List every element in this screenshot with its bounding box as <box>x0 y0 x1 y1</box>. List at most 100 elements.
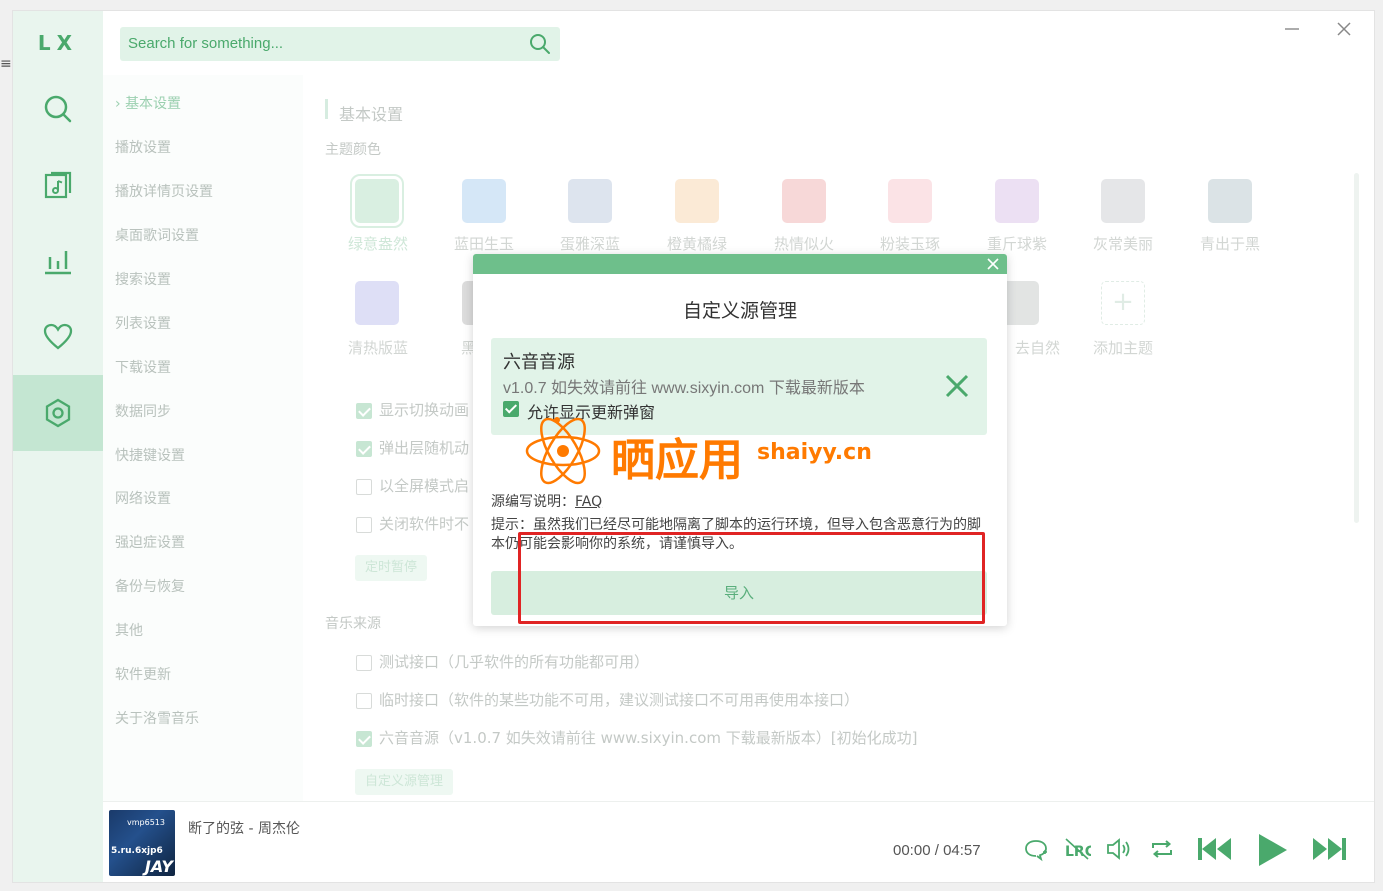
settings-nav-play-detail[interactable]: 播放详情页设置 <box>115 181 213 201</box>
source-checkbox[interactable] <box>356 693 372 709</box>
theme-swatch[interactable] <box>782 179 826 223</box>
highlight-frame <box>518 532 985 624</box>
theme-swatch[interactable] <box>675 179 719 223</box>
close-icon[interactable] <box>985 256 1001 272</box>
settings-nav-search[interactable]: 搜索设置 <box>115 269 171 289</box>
add-theme-label: 添加主题 <box>1092 339 1153 357</box>
theme-label-text: 蓝田生玉 <box>453 235 514 253</box>
theme-label-text: 热情似火 <box>773 235 834 253</box>
search-bar[interactable]: Search for something... <box>120 27 560 61</box>
option-checkbox[interactable] <box>356 441 372 457</box>
time-total: 04:57 <box>943 842 981 859</box>
search-input[interactable]: Search for something... <box>128 35 283 52</box>
volume-icon[interactable] <box>1105 836 1133 862</box>
source-label: 测试接口（几乎软件的所有功能都可用） <box>379 653 650 671</box>
option-label: 关闭软件时不 <box>379 515 470 533</box>
timer-pause-button[interactable]: 定时暂停 <box>355 555 428 581</box>
settings-nav-download[interactable]: 下载设置 <box>115 357 171 377</box>
minimize-icon[interactable] <box>1282 19 1302 39</box>
watermark: 晒应用 shaiyy.cn <box>521 406 881 496</box>
nav-song-list[interactable] <box>13 147 103 223</box>
theme-swatch[interactable] <box>1101 179 1145 223</box>
section-title: 基本设置 <box>339 105 404 124</box>
theme-swatch[interactable] <box>355 281 399 325</box>
theme-label-text: 绿意盎然 <box>347 235 408 253</box>
nav-leaderboard[interactable] <box>13 223 103 299</box>
source-label: 六音音源（v1.0.7 如失效请前往 www.sixyin.com 下载最新版本… <box>379 729 918 747</box>
theme-label: 主题颜色 <box>325 142 381 158</box>
settings-nav-about[interactable]: 关于洛雪音乐 <box>115 708 199 728</box>
comment-icon[interactable] <box>1023 836 1049 862</box>
cover-text: 5.ru.6xjp6 <box>111 846 163 856</box>
theme-label-text: 重斤球紫 <box>986 235 1047 253</box>
option-checkbox[interactable] <box>356 517 372 533</box>
search-icon <box>44 95 72 123</box>
theme-label-text: 青出于黑 <box>1199 235 1260 253</box>
settings-nav-play[interactable]: 播放设置 <box>115 137 171 157</box>
theme-swatch[interactable] <box>350 174 404 228</box>
add-theme-icon[interactable]: + <box>1101 281 1145 325</box>
theme-label-text: 清热版蓝 <box>347 339 408 357</box>
settings-nav-other[interactable]: 其他 <box>115 620 143 640</box>
cover-text: vmp6513 <box>127 818 165 827</box>
previous-icon[interactable] <box>1195 834 1235 864</box>
source-label: 临时接口（软件的某些功能不可用，建议测试接口不可用再使用本接口） <box>379 691 860 709</box>
cover-text: JAY <box>144 857 173 876</box>
section-marker <box>325 99 328 119</box>
faq-label: 源编写说明： <box>491 494 575 510</box>
allow-update-checkbox[interactable] <box>503 401 519 417</box>
theme-swatch[interactable] <box>1208 179 1252 223</box>
option-checkbox[interactable] <box>356 403 372 419</box>
faq-link[interactable]: FAQ <box>575 494 602 510</box>
settings-nav-backup[interactable]: 备份与恢复 <box>115 576 185 596</box>
settings-nav-network[interactable]: 网络设置 <box>115 488 171 508</box>
source-description: v1.0.7 如失效请前往 www.sixyin.com 下载最新版本 <box>503 380 865 397</box>
dialog-header <box>473 254 1007 274</box>
outer-menu-icon[interactable]: ≡ <box>0 56 12 72</box>
settings-nav-basic[interactable]: › 基本设置 <box>115 93 181 113</box>
watermark-domain: shaiyy.cn <box>757 440 872 465</box>
outer-top-edge <box>0 0 1383 10</box>
outer-bottom-edge <box>0 883 1383 891</box>
song-title[interactable]: 断了的弦 - 周杰伦 <box>188 818 300 838</box>
option-label: 显示切换动画 <box>379 401 470 419</box>
time-separator: / <box>934 842 939 859</box>
theme-swatch[interactable] <box>995 179 1039 223</box>
custom-source-button[interactable]: 自定义源管理 <box>355 769 454 795</box>
time-current: 00:00 <box>893 842 931 859</box>
settings-nav-ocd[interactable]: 强迫症设置 <box>115 532 185 552</box>
close-icon[interactable] <box>1334 19 1354 39</box>
play-time: 00:00 / 04:57 <box>893 842 981 859</box>
repeat-icon[interactable] <box>1149 836 1175 862</box>
nav-search[interactable] <box>13 71 103 147</box>
settings-nav-desktop-lyric[interactable]: 桌面歌词设置 <box>115 225 199 245</box>
music-list-icon <box>44 171 72 199</box>
next-icon[interactable] <box>1309 834 1349 864</box>
remove-source-icon[interactable] <box>943 372 971 400</box>
theme-swatch[interactable] <box>462 179 506 223</box>
option-checkbox[interactable] <box>356 479 372 495</box>
app-logo: LX <box>37 31 79 55</box>
outer-right-edge <box>1375 0 1383 891</box>
player-bar: vmp6513 5.ru.6xjp6 JAY 断了的弦 - 周杰伦 00:00 … <box>103 801 1374 882</box>
theme-label-text: 橙黄橘绿 <box>666 235 727 253</box>
settings-icon <box>45 398 71 428</box>
theme-swatch[interactable] <box>568 179 612 223</box>
lyric-icon[interactable]: LRC <box>1063 836 1091 862</box>
play-icon[interactable] <box>1255 832 1289 868</box>
source-checkbox[interactable] <box>356 655 372 671</box>
chart-icon <box>45 251 71 275</box>
option-label: 弹出层随机动 <box>379 439 470 457</box>
settings-nav-list[interactable]: 列表设置 <box>115 313 171 333</box>
album-cover[interactable]: vmp6513 5.ru.6xjp6 JAY <box>109 810 175 876</box>
search-icon[interactable] <box>528 32 552 56</box>
app-window: LX Search for something... › 基本设置 播放设置 播… <box>12 10 1375 883</box>
nav-favorites[interactable] <box>13 299 103 375</box>
nav-settings[interactable] <box>13 375 103 451</box>
source-checkbox[interactable] <box>356 731 372 747</box>
theme-swatch[interactable] <box>888 179 932 223</box>
settings-nav-hotkey[interactable]: 快捷键设置 <box>115 445 185 465</box>
settings-nav-update[interactable]: 软件更新 <box>115 664 171 684</box>
settings-nav-sync[interactable]: 数据同步 <box>115 401 171 421</box>
scrollbar[interactable] <box>1354 173 1359 523</box>
